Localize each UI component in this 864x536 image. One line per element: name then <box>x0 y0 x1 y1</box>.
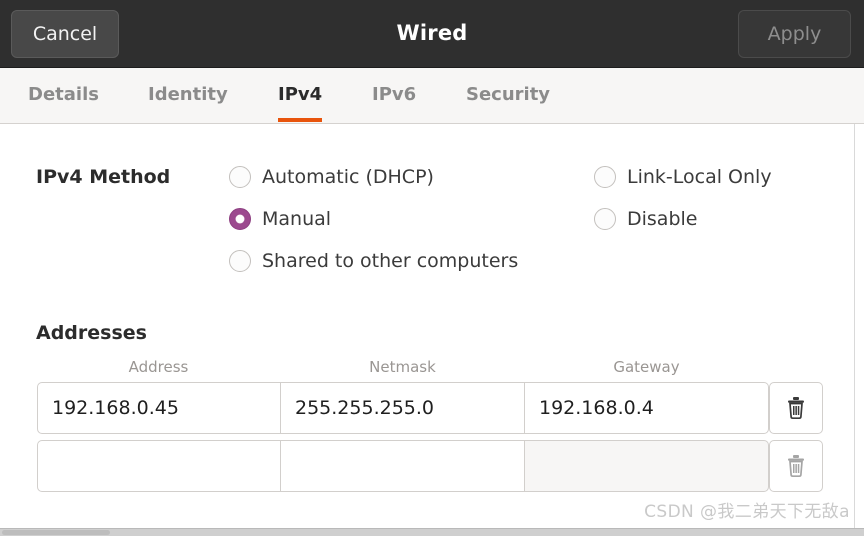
radio-disable-indicator[interactable] <box>594 208 616 230</box>
ipv4-method-label: IPv4 Method <box>36 166 171 188</box>
radio-link-local-only[interactable]: Link-Local Only <box>594 162 772 192</box>
address-input-row-1[interactable]: 192.168.0.45 <box>37 382 281 434</box>
radio-manual-indicator[interactable] <box>229 208 251 230</box>
radio-automatic-dhcp-label: Automatic (DHCP) <box>262 166 434 188</box>
horizontal-scrollbar-thumb[interactable] <box>2 530 110 535</box>
tab-active-underline-ipv4 <box>278 118 323 122</box>
tab-details[interactable]: Details <box>28 68 99 124</box>
radio-disable[interactable]: Disable <box>594 204 697 234</box>
tab-ipv6-label: IPv6 <box>372 84 417 105</box>
gateway-input-row-1[interactable]: 192.168.0.4 <box>525 382 769 434</box>
radio-shared-to-other-computers-label: Shared to other computers <box>262 250 519 272</box>
apply-button[interactable]: Apply <box>738 10 851 58</box>
address-input-row-2[interactable] <box>37 440 281 492</box>
column-header-address: Address <box>128 358 189 376</box>
tab-identity[interactable]: Identity <box>148 68 228 124</box>
netmask-input-row-2[interactable] <box>281 440 525 492</box>
delete-address-button-row-2[interactable] <box>769 440 823 492</box>
window-titlebar: Wired Cancel Apply <box>0 0 864 68</box>
network-settings-window: Wired Cancel Apply Details Identity IPv4… <box>0 0 864 536</box>
radio-link-local-only-label: Link-Local Only <box>627 166 772 188</box>
trash-icon <box>788 397 804 420</box>
tab-bar: Details Identity IPv4 IPv6 Security <box>0 68 864 124</box>
radio-link-local-only-indicator[interactable] <box>594 166 616 188</box>
tab-identity-label: Identity <box>148 84 228 105</box>
column-header-netmask: Netmask <box>369 358 436 376</box>
radio-automatic-dhcp[interactable]: Automatic (DHCP) <box>229 162 434 192</box>
tab-ipv4[interactable]: IPv4 <box>278 68 323 124</box>
tab-details-label: Details <box>28 84 99 105</box>
addresses-label: Addresses <box>36 322 147 344</box>
ipv4-settings-panel: IPv4 Method Automatic (DHCP) Manual Shar… <box>0 124 864 528</box>
gateway-input-row-2[interactable] <box>525 440 769 492</box>
delete-address-button-row-1[interactable] <box>769 382 823 434</box>
radio-manual[interactable]: Manual <box>229 204 331 234</box>
radio-automatic-dhcp-indicator[interactable] <box>229 166 251 188</box>
tab-ipv4-label: IPv4 <box>278 84 323 105</box>
csdn-watermark: CSDN @我二弟天下无敌a <box>644 502 850 522</box>
trash-icon <box>788 455 804 478</box>
radio-shared-to-other-computers[interactable]: Shared to other computers <box>229 246 518 276</box>
tab-security-label: Security <box>466 84 551 105</box>
radio-disable-label: Disable <box>627 208 698 230</box>
table-row <box>0 440 864 492</box>
tab-ipv6[interactable]: IPv6 <box>372 68 416 124</box>
radio-manual-label: Manual <box>262 208 332 230</box>
tab-security[interactable]: Security <box>466 68 550 124</box>
vertical-scrollbar[interactable] <box>854 124 864 528</box>
netmask-input-row-1[interactable]: 255.255.255.0 <box>281 382 525 434</box>
cancel-button[interactable]: Cancel <box>11 10 119 58</box>
radio-shared-to-other-computers-indicator[interactable] <box>229 250 251 272</box>
horizontal-scrollbar[interactable] <box>0 528 864 536</box>
table-row: 192.168.0.45 255.255.255.0 192.168.0.4 <box>0 382 864 434</box>
column-header-gateway: Gateway <box>613 358 680 376</box>
window-title: Wired <box>396 21 468 45</box>
